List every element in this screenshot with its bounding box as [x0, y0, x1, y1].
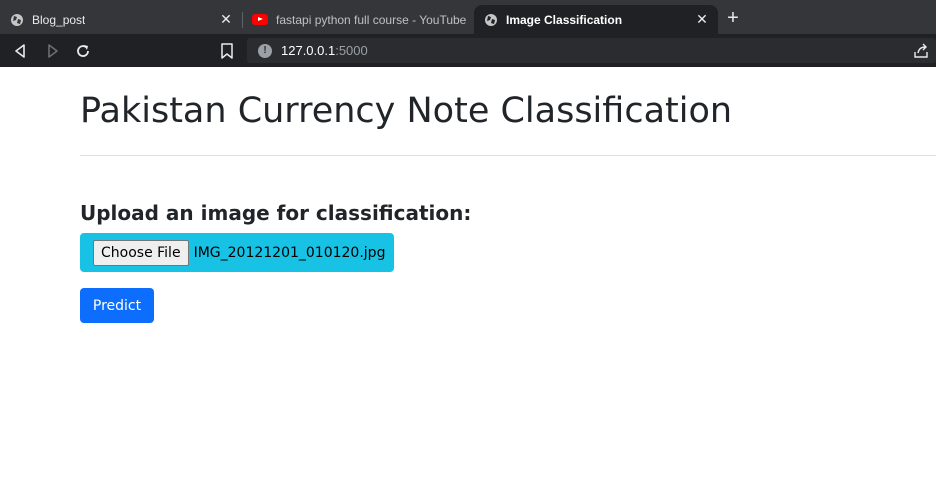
browser-window: Blog_post ✕ fastapi python full course -… — [0, 0, 936, 501]
file-input[interactable]: Choose File IMG_20121201_010120.jpg — [80, 233, 394, 272]
back-arrow-icon[interactable] — [10, 40, 32, 62]
url-text[interactable]: 127.0.0.1:5000 — [281, 43, 368, 58]
address-bar[interactable]: ! 127.0.0.1:5000 — [247, 38, 936, 63]
info-icon[interactable]: ! — [258, 43, 272, 58]
tab-blog-post[interactable]: Blog_post ✕ — [0, 5, 242, 34]
forward-arrow-icon[interactable] — [41, 40, 63, 62]
tab-title: Image Classification — [506, 12, 623, 27]
browser-toolbar: ! 127.0.0.1:5000 — [0, 34, 936, 67]
globe-icon — [485, 13, 497, 26]
close-tab-icon[interactable]: ✕ — [694, 11, 710, 27]
tab-image-classification[interactable]: Image Classification ✕ — [474, 5, 718, 34]
close-tab-icon[interactable]: ✕ — [218, 11, 234, 27]
share-icon[interactable] — [912, 42, 930, 60]
youtube-icon — [252, 14, 268, 25]
url-port: :5000 — [335, 43, 368, 58]
reload-icon[interactable] — [72, 40, 94, 62]
page-content: Pakistan Currency Note Classification Up… — [0, 67, 936, 501]
globe-icon — [11, 13, 23, 26]
selected-file-name: IMG_20121201_010120.jpg — [193, 244, 386, 261]
upload-heading: Upload an image for classification: — [80, 201, 472, 225]
tab-youtube[interactable]: fastapi python full course - YouTube — [242, 5, 474, 34]
tab-title: fastapi python full course - YouTube — [276, 12, 467, 27]
choose-file-button[interactable]: Choose File — [93, 239, 189, 266]
tab-strip: Blog_post ✕ fastapi python full course -… — [0, 0, 936, 34]
title-divider — [80, 155, 936, 156]
predict-button[interactable]: Predict — [80, 288, 154, 323]
page-title: Pakistan Currency Note Classification — [80, 91, 733, 131]
tab-title: Blog_post — [32, 12, 86, 27]
url-host: 127.0.0.1 — [281, 43, 336, 58]
bookmark-icon[interactable] — [217, 40, 237, 62]
new-tab-button[interactable]: + — [722, 8, 744, 30]
